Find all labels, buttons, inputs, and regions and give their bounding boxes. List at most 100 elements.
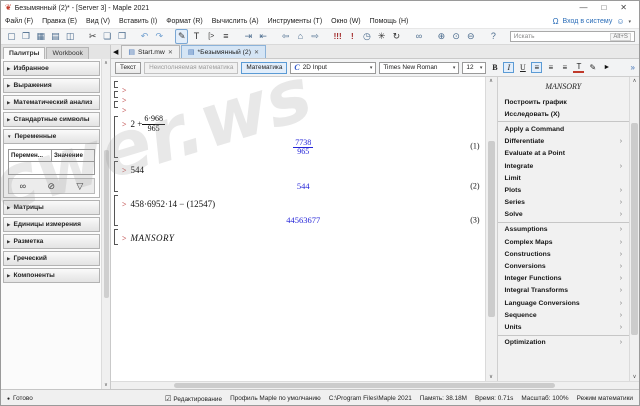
scroll-down-icon[interactable]: ∨: [104, 382, 108, 388]
menu-tools[interactable]: Инструменты (T): [268, 18, 323, 25]
execute-all-icon[interactable]: !!!: [331, 30, 344, 43]
forward-icon[interactable]: ⇨: [309, 30, 322, 43]
user-account-icon[interactable]: ☺: [616, 18, 624, 26]
user-caret-icon[interactable]: ▾: [628, 19, 631, 25]
insert-text-icon[interactable]: T: [190, 30, 203, 43]
underline-button[interactable]: U: [517, 63, 528, 72]
context-item-sequence[interactable]: Sequence›: [498, 309, 630, 321]
context-item-solve[interactable]: Solve›: [498, 209, 630, 221]
palette-calculus[interactable]: ▶Математический анализ: [3, 95, 100, 110]
menu-edit[interactable]: Правка (E): [42, 18, 77, 25]
close-tab-icon[interactable]: ✕: [254, 49, 259, 56]
empty-execution-group[interactable]: >: [114, 100, 485, 109]
scroll-up-icon[interactable]: ∧: [104, 60, 108, 66]
more-toolbar-icon[interactable]: »: [631, 63, 635, 72]
scrollbar-thumb[interactable]: [174, 383, 554, 388]
back-icon[interactable]: ⇦: [279, 30, 292, 43]
empty-execution-group[interactable]: >: [114, 90, 485, 99]
edit-input-icon[interactable]: ✎: [175, 29, 188, 44]
outdent-icon[interactable]: ⇤: [257, 30, 270, 43]
align-center-button[interactable]: ≡: [545, 63, 556, 72]
copy-icon[interactable]: ❏: [101, 30, 114, 43]
new-document-icon[interactable]: ▢: [5, 30, 18, 43]
scrollbar-thumb[interactable]: [631, 123, 638, 334]
context-item-series[interactable]: Series›: [498, 197, 630, 209]
menu-format[interactable]: Формат (R): [166, 18, 203, 25]
scroll-down-icon[interactable]: ∨: [633, 374, 637, 380]
context-item-conversions[interactable]: Conversions›: [498, 260, 630, 272]
context-panel-scrollbar[interactable]: ∧ ∨: [629, 77, 639, 381]
editing-checkbox[interactable]: ☑: [165, 394, 172, 403]
context-item-units[interactable]: Units›: [498, 321, 630, 333]
execute-icon[interactable]: !: [346, 30, 359, 43]
interrupt-icon[interactable]: ◷: [361, 30, 374, 43]
close-button[interactable]: ✕: [620, 4, 627, 12]
scrollbar-thumb[interactable]: [104, 150, 109, 298]
debug-icon[interactable]: ✳: [375, 30, 388, 43]
execution-group-4[interactable]: >MANSORY: [114, 228, 485, 246]
bold-button[interactable]: B: [489, 63, 500, 72]
math-input[interactable]: 544: [131, 165, 145, 175]
execution-group-1[interactable]: > 2 + 6·968 965 7738: [114, 115, 485, 159]
palette-expressions[interactable]: ▶Выражения: [3, 78, 100, 93]
context-item-language-conversions[interactable]: Language Conversions›: [498, 297, 630, 309]
context-item-constructions[interactable]: Constructions›: [498, 248, 630, 260]
context-item-explore[interactable]: Исследовать (X): [498, 108, 630, 120]
context-item-integral-transforms[interactable]: Integral Transforms›: [498, 285, 630, 297]
tab-workbook[interactable]: Workbook: [46, 47, 88, 59]
palette-common-symbols[interactable]: ▶Стандартные символы: [3, 112, 100, 127]
palette-units[interactable]: ▶Единицы измерения: [3, 217, 100, 232]
undo-icon[interactable]: ↶: [138, 30, 151, 43]
context-item-optimization[interactable]: Optimization›: [498, 337, 630, 349]
open-file-icon[interactable]: ❐: [20, 30, 33, 43]
watch-variables-icon[interactable]: ∞: [20, 181, 26, 191]
align-right-button[interactable]: ≡: [559, 63, 570, 72]
context-item-limit[interactable]: Limit: [498, 172, 630, 184]
math-input[interactable]: 458·6952·14 − (12547): [131, 199, 216, 209]
context-item-integer-functions[interactable]: Integer Functions›: [498, 273, 630, 285]
align-left-button[interactable]: ≡: [531, 62, 542, 73]
filter-variables-icon[interactable]: ▽: [76, 181, 83, 192]
variables-col-value[interactable]: Значение: [52, 150, 94, 161]
indent-icon[interactable]: ⇥: [242, 30, 255, 43]
zoom-in-icon[interactable]: ⊕: [435, 30, 448, 43]
palette-layout[interactable]: ▶Разметка: [3, 234, 100, 249]
palette-variables[interactable]: ▼Переменные: [3, 129, 100, 144]
context-item-apply-command[interactable]: Apply a Command: [498, 123, 630, 135]
redo-icon[interactable]: ↷: [153, 30, 166, 43]
context-item-differentiate[interactable]: Differentiate›: [498, 136, 630, 148]
zoom-out-icon[interactable]: ⊖: [464, 30, 477, 43]
menu-evaluate[interactable]: Вычислить (A): [212, 18, 259, 25]
print-icon[interactable]: ▤: [49, 30, 62, 43]
menu-view[interactable]: Вид (V): [86, 18, 110, 25]
context-item-assumptions[interactable]: Assumptions›: [498, 224, 630, 236]
worksheet[interactable]: > > > > 2 + 6·968 965: [111, 77, 485, 381]
context-item-complex-maps[interactable]: Complex Maps›: [498, 236, 630, 248]
maximize-button[interactable]: □: [601, 4, 606, 12]
font-dropdown[interactable]: Times New Roman ▾: [379, 62, 459, 74]
home-icon[interactable]: ⌂: [294, 30, 307, 43]
palette-favorites[interactable]: ▶Избранное: [3, 61, 100, 76]
menu-insert[interactable]: Вставить (I): [119, 18, 157, 25]
math-mode-button[interactable]: Математика: [241, 62, 287, 74]
scrollbar-thumb[interactable]: [488, 141, 495, 316]
italic-button[interactable]: I: [503, 62, 514, 73]
context-item-evaluate-at-point[interactable]: Evaluate at a Point: [498, 148, 630, 160]
scroll-down-icon[interactable]: ∨: [489, 374, 493, 380]
tab-palettes[interactable]: Палитры: [3, 47, 45, 59]
scroll-up-icon[interactable]: ∧: [633, 78, 637, 84]
context-item-integrate[interactable]: Integrate›: [498, 160, 630, 172]
empty-execution-group[interactable]: >: [114, 80, 485, 89]
palette-greek[interactable]: ▶Греческий: [3, 251, 100, 266]
insert-section-icon[interactable]: ≡: [220, 30, 233, 43]
context-item-plot[interactable]: Построить график: [498, 96, 630, 108]
text-mode-button[interactable]: Текст: [115, 62, 141, 74]
tab-untitled-2[interactable]: ▤ *Безымянный (2) ✕: [181, 45, 266, 58]
variables-col-name[interactable]: Перемен...: [9, 150, 52, 161]
sidebar-scrollbar[interactable]: ∧ ∨: [101, 59, 110, 389]
close-tab-icon[interactable]: ✕: [168, 49, 173, 56]
menu-help[interactable]: Помощь (H): [370, 18, 409, 25]
tab-startmw[interactable]: ▤ Start.mw ✕: [121, 45, 179, 58]
input-fraction[interactable]: 6·968 965: [142, 115, 165, 134]
context-item-plots[interactable]: Plots›: [498, 184, 630, 196]
